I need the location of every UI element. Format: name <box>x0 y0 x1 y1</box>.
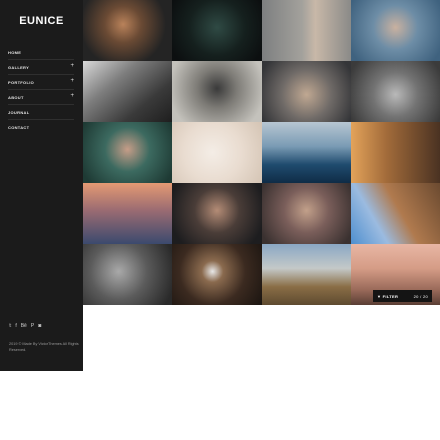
gallery-photo[interactable] <box>172 122 262 183</box>
gallery-photo[interactable] <box>261 61 351 122</box>
sidebar: EUNICE HOME GALLERY + PORTFOLIO + ABOUT … <box>0 0 83 371</box>
nav-item-home[interactable]: HOME <box>8 45 74 60</box>
pinterest-icon[interactable]: P <box>31 324 34 329</box>
gallery-photo[interactable] <box>83 61 173 122</box>
gallery-photo[interactable] <box>172 61 262 122</box>
gallery-photo[interactable] <box>83 244 173 305</box>
image-counter: 20 / 20 <box>413 293 428 299</box>
gallery-photo[interactable] <box>261 0 351 61</box>
behance-icon[interactable]: Bē <box>21 324 27 329</box>
nav-item-label: HOME <box>8 49 22 55</box>
gallery-photo[interactable] <box>350 61 440 122</box>
nav-item-contact[interactable]: CONTACT <box>8 120 74 135</box>
gallery-photo[interactable] <box>261 122 351 183</box>
expand-plus-icon[interactable]: + <box>70 78 74 84</box>
nav-item-label: JOURNAL <box>8 109 30 115</box>
gallery-photo[interactable] <box>350 183 440 244</box>
copyright-text: 2019 © Made By VictorThemes All Rights R… <box>9 342 79 352</box>
gallery-photo[interactable] <box>83 122 173 183</box>
gallery-photo[interactable] <box>350 122 440 183</box>
gallery-photo[interactable] <box>172 0 262 61</box>
filter-label: FILTER <box>382 293 399 299</box>
nav-item-label: ABOUT <box>8 94 24 100</box>
site-logo[interactable]: EUNICE <box>0 15 83 27</box>
gallery-filter-bar: ▼ FILTER 20 / 20 <box>373 290 432 302</box>
gallery-photo[interactable] <box>261 183 351 244</box>
nav-item-about[interactable]: ABOUT + <box>8 90 74 105</box>
nav-item-portfolio[interactable]: PORTFOLIO + <box>8 75 74 90</box>
nav-item-gallery[interactable]: GALLERY + <box>8 60 74 75</box>
gallery-photo[interactable] <box>350 0 440 61</box>
nav-item-label: PORTFOLIO <box>8 79 35 85</box>
gallery-photo[interactable] <box>83 183 173 244</box>
gallery-photo[interactable] <box>172 183 262 244</box>
social-links: 𝕥 f Bē P ◙ <box>9 324 41 329</box>
nav-item-label: CONTACT <box>8 125 30 130</box>
twitter-icon[interactable]: 𝕥 <box>9 324 11 329</box>
expand-plus-icon[interactable]: + <box>70 93 74 99</box>
instagram-icon[interactable]: ◙ <box>38 324 41 329</box>
expand-plus-icon[interactable]: + <box>70 63 74 69</box>
main-nav: HOME GALLERY + PORTFOLIO + ABOUT + JOURN… <box>8 45 74 135</box>
gallery-photo[interactable] <box>261 244 351 305</box>
gallery-grid <box>83 0 440 305</box>
gallery-photo[interactable] <box>172 244 262 305</box>
gallery-photo[interactable] <box>83 0 173 61</box>
nav-item-journal[interactable]: JOURNAL <box>8 105 74 120</box>
facebook-icon[interactable]: f <box>15 324 16 329</box>
nav-item-label: GALLERY <box>8 64 30 70</box>
filter-button[interactable]: ▼ FILTER <box>377 294 398 299</box>
